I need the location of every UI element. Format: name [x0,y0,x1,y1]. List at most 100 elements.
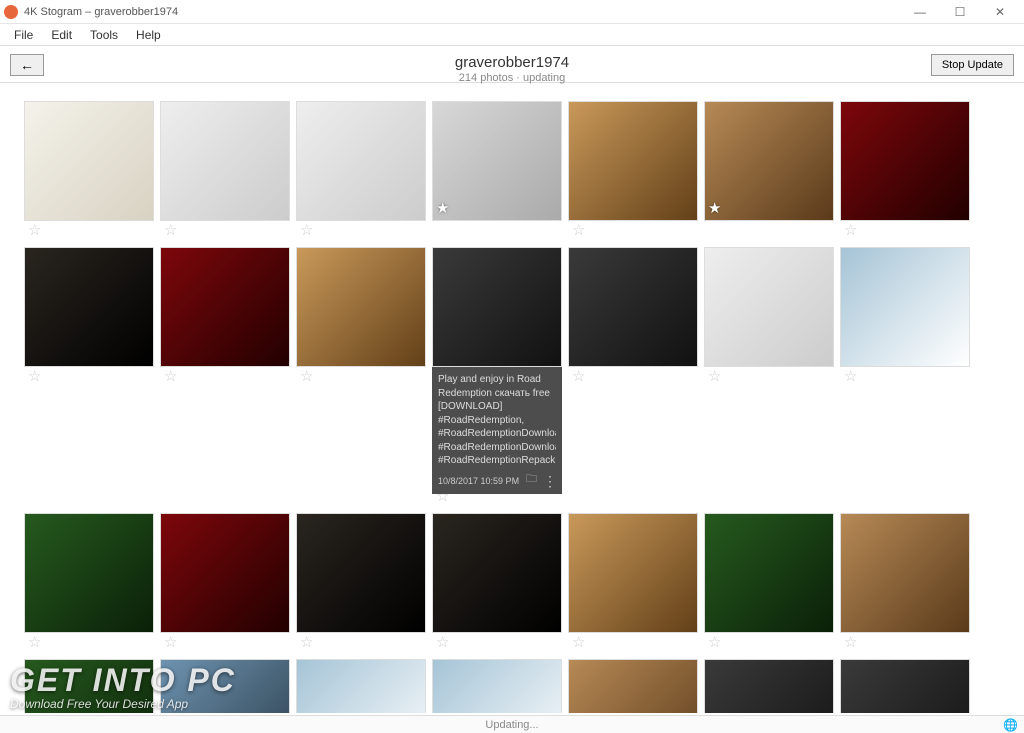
photo-tile[interactable]: ☆Play and enjoy in Road Redemption скача… [432,247,562,507]
photo-tile[interactable]: ☆ [296,247,426,387]
photo-thumbnail[interactable] [160,659,290,713]
photo-tile[interactable]: ☆ [24,247,154,387]
photo-tile[interactable]: ★ [704,101,834,241]
photo-tile[interactable]: ☆ [568,101,698,241]
photo-thumbnail[interactable] [704,101,834,221]
photo-tile[interactable]: ☆ [160,101,290,241]
star-icon[interactable]: ☆ [436,633,449,651]
star-icon[interactable]: ☆ [708,633,721,651]
star-icon[interactable]: ☆ [572,221,585,239]
star-icon[interactable]: ☆ [164,221,177,239]
hover-meta: 10/8/2017 10:59 PM🗀⋮ [438,472,556,491]
photo-thumbnail[interactable] [24,659,154,713]
app-icon [4,5,18,19]
photo-tile[interactable]: ☆ [160,247,290,387]
globe-icon[interactable]: 🌐 [1003,718,1018,732]
photo-thumbnail[interactable] [704,513,834,633]
photo-thumbnail[interactable] [296,101,426,221]
photo-tile[interactable]: ☆ [24,513,154,653]
photo-tile[interactable]: ☆ [160,659,290,713]
photo-thumbnail[interactable] [568,513,698,633]
star-icon[interactable]: ☆ [164,633,177,651]
photo-thumbnail[interactable] [160,513,290,633]
menu-tools[interactable]: Tools [82,26,126,44]
photo-tile[interactable]: ☆ [24,659,154,713]
star-icon[interactable]: ☆ [844,221,857,239]
menu-file[interactable]: File [6,26,41,44]
photo-thumbnail[interactable] [296,659,426,713]
page-header: ← graverobber1974 214 photos · updating … [0,46,1024,83]
photo-tile[interactable]: ☆ [432,659,562,713]
photo-grid-scroll[interactable]: ☆☆☆★☆★☆☆☆☆☆Play and enjoy in Road Redemp… [0,95,1018,713]
photo-thumbnail[interactable] [704,247,834,367]
star-icon[interactable]: ☆ [844,367,857,385]
star-icon[interactable]: ☆ [164,367,177,385]
star-icon[interactable]: ★ [436,199,449,217]
photo-thumbnail[interactable] [160,247,290,367]
window-controls: — ☐ ✕ [900,1,1020,23]
photo-thumbnail[interactable] [160,101,290,221]
photo-tile[interactable]: ☆ [568,659,698,713]
photo-tile[interactable]: ☆ [840,513,970,653]
titlebar: 4K Stogram – graverobber1974 — ☐ ✕ [0,0,1024,24]
photo-thumbnail[interactable] [568,659,698,713]
photo-tile[interactable]: ☆ [704,659,834,713]
profile-username: graverobber1974 [455,54,569,71]
photo-tile[interactable]: ☆ [568,513,698,653]
maximize-button[interactable]: ☐ [940,1,980,23]
stop-update-button[interactable]: Stop Update [931,54,1014,76]
star-icon[interactable]: ☆ [28,221,41,239]
photo-tile[interactable]: ☆ [840,247,970,387]
close-button[interactable]: ✕ [980,1,1020,23]
header-center: graverobber1974 214 photos · updating [455,54,569,84]
back-button[interactable]: ← [10,54,44,76]
photo-thumbnail[interactable] [24,101,154,221]
photo-tile[interactable]: ☆ [160,513,290,653]
statusbar: Updating... 🌐 [0,715,1024,733]
photo-tile[interactable]: ☆ [296,659,426,713]
photo-thumbnail[interactable] [296,513,426,633]
photo-thumbnail[interactable] [704,659,834,713]
menu-help[interactable]: Help [128,26,169,44]
photo-thumbnail[interactable] [840,659,970,713]
photo-thumbnail[interactable] [840,101,970,221]
photo-tile[interactable]: ☆ [432,513,562,653]
open-folder-icon[interactable]: 🗀 [526,472,537,491]
photo-tile[interactable]: ☆ [704,513,834,653]
photo-tile[interactable]: ☆ [840,659,970,713]
minimize-button[interactable]: — [900,1,940,23]
star-icon[interactable]: ☆ [708,367,721,385]
photo-thumbnail[interactable] [296,247,426,367]
photo-thumbnail[interactable] [840,247,970,367]
star-icon[interactable]: ☆ [28,367,41,385]
star-icon[interactable]: ★ [708,199,721,217]
star-icon[interactable]: ☆ [28,633,41,651]
star-icon[interactable]: ☆ [844,633,857,651]
menubar: File Edit Tools Help [0,24,1024,46]
photo-tile[interactable]: ☆ [568,247,698,387]
menu-edit[interactable]: Edit [43,26,80,44]
photo-thumbnail[interactable] [432,101,562,221]
photo-tile[interactable]: ☆ [840,101,970,241]
hover-caption: Play and enjoy in Road Redemption скачат… [438,373,556,468]
star-icon[interactable]: ☆ [572,367,585,385]
photo-thumbnail[interactable] [568,247,698,367]
photo-thumbnail[interactable] [432,247,562,367]
photo-tile[interactable]: ☆ [296,101,426,241]
star-icon[interactable]: ☆ [300,633,313,651]
photo-tile[interactable]: ★ [432,101,562,241]
star-icon[interactable]: ☆ [572,633,585,651]
photo-tile[interactable]: ☆ [24,101,154,241]
photo-thumbnail[interactable] [568,101,698,221]
photo-tile[interactable]: ☆ [704,247,834,387]
photo-thumbnail[interactable] [24,513,154,633]
star-icon[interactable]: ☆ [300,221,313,239]
photo-tile[interactable]: ☆ [296,513,426,653]
more-options-icon[interactable]: ⋮ [543,472,556,491]
photo-thumbnail[interactable] [432,659,562,713]
photo-thumbnail[interactable] [24,247,154,367]
star-icon[interactable]: ☆ [300,367,313,385]
photo-thumbnail[interactable] [432,513,562,633]
status-text: Updating... [485,719,538,731]
photo-thumbnail[interactable] [840,513,970,633]
